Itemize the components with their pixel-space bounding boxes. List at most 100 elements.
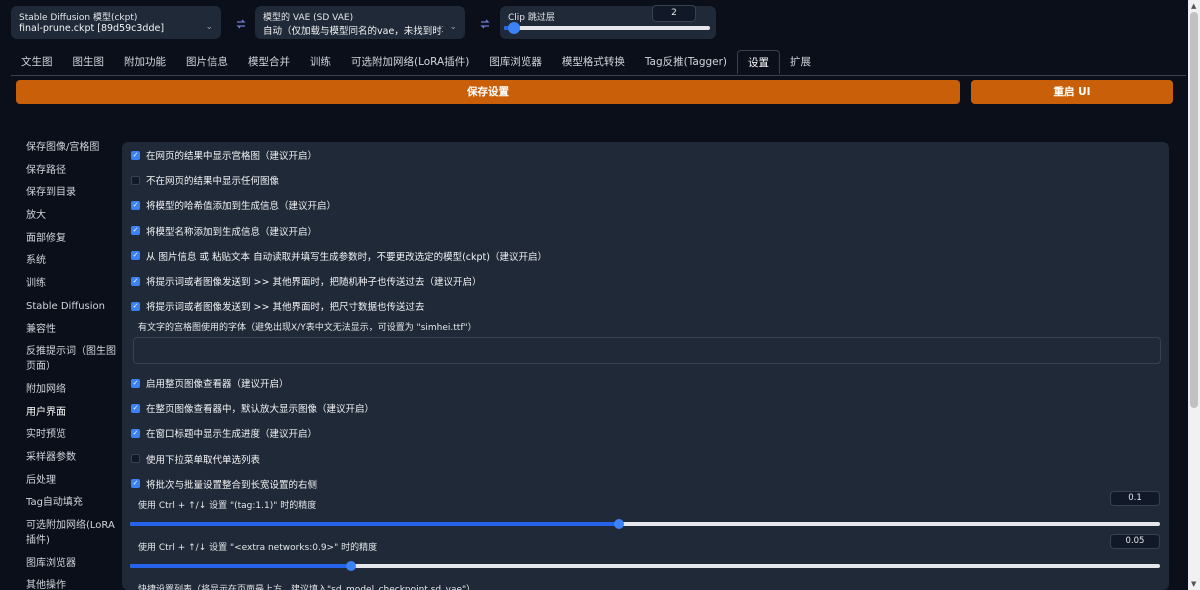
setting-option[interactable]: ✓ 在窗口标题中显示生成进度（建议开启）: [131, 426, 317, 440]
refresh-vae-button[interactable]: [474, 12, 496, 36]
setting-option-label: 使用下拉菜单取代单选列表: [146, 454, 261, 466]
tab-7[interactable]: 图库浏览器: [479, 50, 552, 74]
scroll-down-icon[interactable]: ▼: [1191, 580, 1196, 588]
sidebar-item[interactable]: 附加网络: [26, 382, 116, 397]
sidebar-item[interactable]: 图库浏览器: [26, 556, 116, 571]
slider1[interactable]: [130, 519, 1160, 529]
refresh-ckpt-button[interactable]: [230, 12, 252, 36]
scroll-up-icon[interactable]: ▲: [1191, 2, 1196, 10]
checkbox[interactable]: [131, 454, 140, 464]
checkbox[interactable]: ✓: [131, 251, 140, 261]
sidebar-item[interactable]: 后处理: [26, 473, 116, 488]
sidebar-item[interactable]: 保存到目录: [26, 185, 116, 200]
setting-option-label: 将模型名称添加到生成信息（建议开启）: [146, 226, 318, 238]
setting-option[interactable]: ✓ 将提示词或者图像发送到 >> 其他界面时，把随机种子也传送过去（建议开启）: [131, 274, 481, 288]
reload-ui-button[interactable]: 重启 UI: [971, 80, 1173, 104]
setting-option[interactable]: ✓ 将提示词或者图像发送到 >> 其他界面时，把尺寸数据也传送过去: [131, 299, 424, 313]
setting-option[interactable]: ✓ 在整页图像查看器中，默认放大显示图像（建议开启）: [131, 401, 374, 415]
checkbox[interactable]: ✓: [131, 479, 140, 489]
ckpt-label: Stable Diffusion 模型(ckpt): [19, 13, 138, 23]
sidebar-item[interactable]: 可选附加网络(LoRA插件): [26, 518, 116, 548]
ckpt-value: final-prune.ckpt [89d59c3dde]: [19, 23, 165, 34]
sidebar-item[interactable]: Tag自动填充: [26, 495, 116, 510]
setting-option-label: 在窗口标题中显示生成进度（建议开启）: [146, 429, 318, 441]
setting-option-label: 在整页图像查看器中，默认放大显示图像（建议开启）: [146, 404, 375, 416]
tab-11[interactable]: 扩展: [780, 50, 821, 74]
sidebar-item[interactable]: 系统: [26, 253, 116, 268]
checkbox[interactable]: ✓: [131, 150, 140, 160]
scrollbar-thumb[interactable]: [1190, 12, 1198, 408]
sidebar-item[interactable]: 放大: [26, 208, 116, 223]
tab-6[interactable]: 可选附加网络(LoRA插件): [341, 50, 479, 74]
tab-5[interactable]: 训练: [300, 50, 341, 74]
settings-panel: ✓ 在网页的结果中显示宫格图（建议开启） 不在网页的结果中显示任何图像 ✓ 将模型的哈希…: [122, 142, 1169, 590]
tab-9[interactable]: Tag反推(Tagger): [635, 50, 737, 74]
chevron-down-icon: ⌄: [449, 22, 457, 32]
slider2-thumb[interactable]: [346, 561, 357, 571]
sidebar-item[interactable]: 保存路径: [26, 163, 116, 178]
slider1-thumb[interactable]: [614, 519, 625, 529]
page-scrollbar[interactable]: ▲ ▼: [1188, 0, 1200, 590]
slider2-number[interactable]: 0.05: [1110, 534, 1160, 549]
setting-option[interactable]: ✓ 将模型名称添加到生成信息（建议开启）: [131, 224, 317, 238]
sidebar-item[interactable]: Stable Diffusion: [26, 299, 116, 314]
setting-option[interactable]: ✓ 在网页的结果中显示宫格图（建议开启）: [131, 148, 317, 162]
chevron-down-icon: ⌄: [205, 22, 213, 32]
slider1-fill: [130, 522, 620, 526]
checkbox[interactable]: ✓: [131, 378, 140, 388]
checkbox[interactable]: [131, 175, 140, 185]
setting-option[interactable]: ✓ 将模型的哈希值添加到生成信息（建议开启）: [131, 198, 336, 212]
setting-option-label: 从 图片信息 或 粘贴文本 自动读取并填写生成参数时，不要更改选定的模型(ckp…: [146, 251, 547, 263]
setting-option-label: 不在网页的结果中显示任何图像: [146, 176, 280, 188]
setting-option-label: 在网页的结果中显示宫格图（建议开启）: [146, 151, 318, 162]
setting-option[interactable]: ✓ 从 图片信息 或 粘贴文本 自动读取并填写生成参数时，不要更改选定的模型(ck…: [131, 249, 547, 263]
font-setting-label: 有文字的宫格图使用的字体（避免出现X/Y表中文无法显示，可设置为 "simhei…: [138, 323, 477, 333]
sidebar-item[interactable]: 用户界面: [26, 405, 116, 420]
setting-option-label: 将批次与批量设置整合到长宽设置的右侧: [146, 479, 318, 491]
slider1-number[interactable]: 0.1: [1110, 491, 1160, 506]
font-input[interactable]: [133, 337, 1161, 364]
refresh-icon: [480, 19, 490, 29]
checkbox[interactable]: ✓: [131, 200, 140, 210]
tab-0[interactable]: 文生图: [11, 50, 63, 74]
checkbox[interactable]: ✓: [131, 301, 140, 311]
sidebar-item[interactable]: 训练: [26, 276, 116, 291]
ckpt-dropdown[interactable]: Stable Diffusion 模型(ckpt) final-prune.ck…: [11, 6, 221, 39]
clip-skip-number[interactable]: 2: [652, 5, 696, 22]
setting-option-label: 将提示词或者图像发送到 >> 其他界面时，把尺寸数据也传送过去: [146, 302, 425, 314]
sidebar-item[interactable]: 保存图像/宫格图: [26, 140, 116, 155]
setting-option[interactable]: ✓ 将批次与批量设置整合到长宽设置的右侧: [131, 477, 317, 491]
slider2-fill: [130, 564, 352, 568]
setting-option[interactable]: ✓ 启用整页图像查看器（建议开启）: [131, 376, 289, 390]
tab-2[interactable]: 附加功能: [114, 50, 176, 74]
sidebar-item[interactable]: 采样器参数: [26, 450, 116, 465]
tab-3[interactable]: 图片信息: [176, 50, 238, 74]
tab-1[interactable]: 图生图: [63, 50, 115, 74]
slider1-label: 使用 Ctrl + ↑/↓ 设置 "(tag:1.1)" 时的精度: [138, 501, 317, 511]
tab-8[interactable]: 模型格式转换: [552, 50, 635, 74]
save-settings-button[interactable]: 保存设置: [16, 80, 960, 104]
sidebar-item[interactable]: 面部修复: [26, 231, 116, 246]
tab-divider: [11, 75, 1186, 76]
setting-option[interactable]: 使用下拉菜单取代单选列表: [131, 452, 260, 466]
checkbox[interactable]: ✓: [131, 428, 140, 438]
tab-4[interactable]: 模型合并: [238, 50, 300, 74]
sidebar-item[interactable]: 兼容性: [26, 322, 116, 337]
checkbox[interactable]: ✓: [131, 403, 140, 413]
quicksettings-bar: Stable Diffusion 模型(ckpt) final-prune.ck…: [0, 0, 1188, 44]
sidebar-item[interactable]: 实时预览: [26, 427, 116, 442]
clip-skip-label: Clip 跳过层: [508, 13, 555, 23]
sidebar-item[interactable]: 反推提示词（图生图页面）: [26, 344, 116, 374]
setting-option[interactable]: 不在网页的结果中显示任何图像: [131, 173, 279, 187]
vae-dropdown[interactable]: 模型的 VAE (SD VAE) 自动（仅加载与模型同名的vae，未找到时不加 …: [255, 6, 465, 39]
tab-10[interactable]: 设置: [737, 50, 781, 74]
refresh-icon: [236, 19, 246, 29]
vae-value: 自动（仅加载与模型同名的vae，未找到时不加: [263, 26, 443, 37]
clip-skip-slider[interactable]: [504, 22, 710, 34]
sidebar-item[interactable]: 其他操作: [26, 578, 116, 590]
checkbox[interactable]: ✓: [131, 276, 140, 286]
slider2[interactable]: [130, 561, 1160, 571]
main-tabs: 文生图 图生图 附加功能 图片信息 模型合并 训练 可选附加网络(LoRA插件) 图库浏览器模…: [11, 50, 821, 76]
checkbox[interactable]: ✓: [131, 226, 140, 236]
quick-settings-label: 快捷设置列表（将显示在页面最上方，建议填入"sd_model_checkpoin…: [138, 585, 476, 590]
